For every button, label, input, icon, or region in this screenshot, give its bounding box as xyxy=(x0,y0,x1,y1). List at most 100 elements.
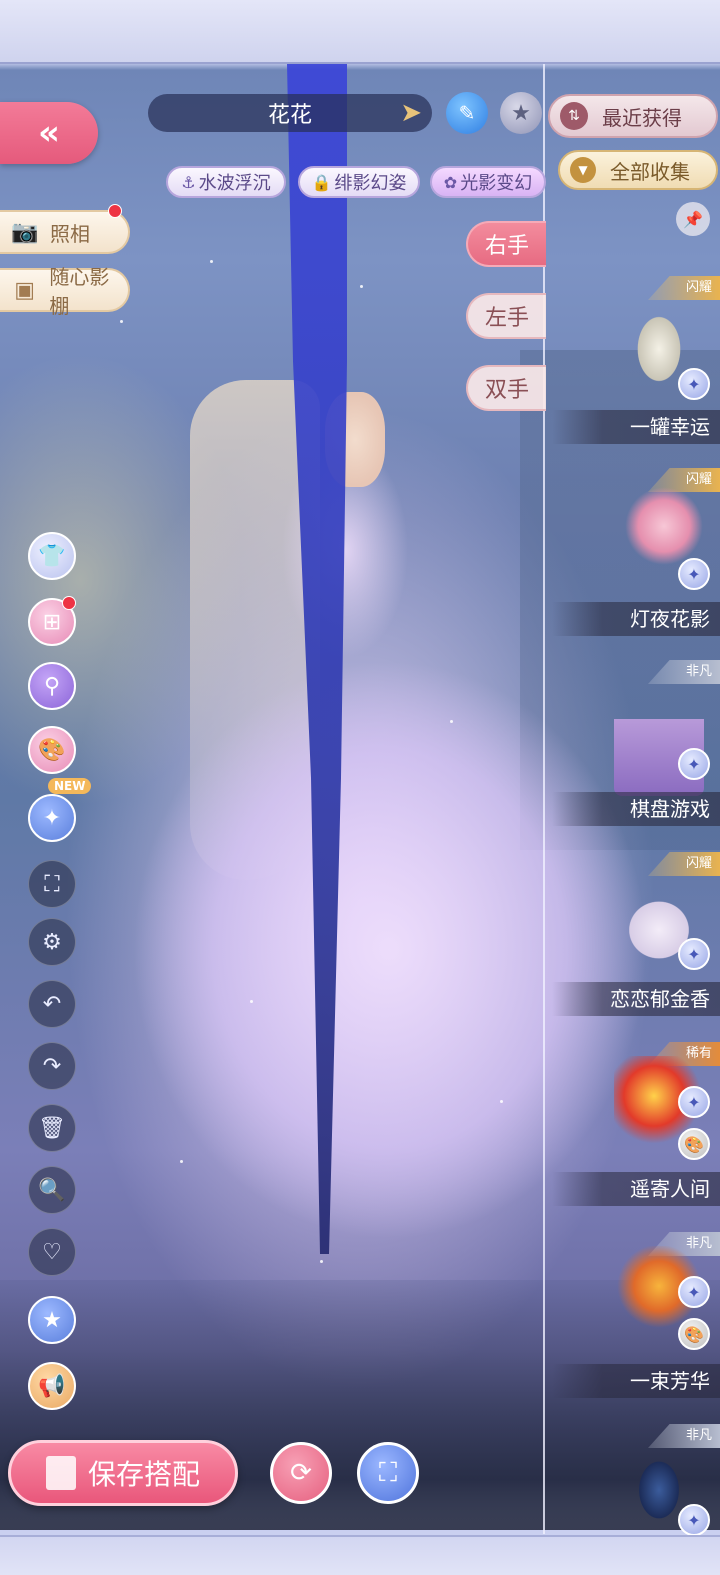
notification-dot xyxy=(108,204,122,218)
pin-button[interactable]: 📌 xyxy=(676,202,710,236)
item-name: 一罐幸运 xyxy=(552,410,720,444)
list-item[interactable]: 闪耀 ✦ 一罐幸运 xyxy=(552,276,720,446)
filter-label: 全部收集 xyxy=(610,159,690,184)
sort-button[interactable]: ⇅ 最近获得 xyxy=(548,94,718,138)
effect-pill-shadow[interactable]: 🔒 绯影幻姿 xyxy=(298,166,420,198)
filter-button[interactable]: ▼ 全部收集 xyxy=(558,150,718,190)
rotate-button[interactable]: ⟳ xyxy=(270,1442,332,1504)
star-icon: ✦ xyxy=(678,748,710,780)
back-button[interactable]: « xyxy=(0,102,98,164)
sparkle-star-icon: ✦ xyxy=(42,805,62,831)
hand-both-button[interactable]: 双手 xyxy=(466,365,546,411)
star-icon: ✦ xyxy=(678,938,710,970)
palette-icon: 🎨 xyxy=(38,737,66,763)
outfit-name: 花花 xyxy=(267,103,312,128)
triangle-down-icon: ▼ xyxy=(570,157,596,183)
zoom-button[interactable]: 🔍 xyxy=(28,1166,76,1214)
star-icon: ✦ xyxy=(678,368,710,400)
rotate-icon: ⟳ xyxy=(290,1458,312,1488)
undo-icon: ↶ xyxy=(42,991,62,1017)
fullscreen-icon: ⛶ xyxy=(44,871,60,897)
search-icon: ⚲ xyxy=(43,673,61,699)
megaphone-icon: 📢 xyxy=(38,1373,66,1399)
item-name: 恋恋郁金香 xyxy=(552,982,720,1016)
panel-divider xyxy=(543,64,545,1534)
hand-left-button[interactable]: 左手 xyxy=(466,293,546,339)
sort-label: 最近获得 xyxy=(602,105,682,130)
studio-label: 随心影棚 xyxy=(49,265,110,318)
lock-icon: 🔒 xyxy=(311,172,332,192)
star-icon: ✦ xyxy=(678,558,710,590)
effect-label: 绯影幻姿 xyxy=(334,173,407,194)
effect-label: 水波浮沉 xyxy=(198,173,271,194)
list-item[interactable]: 非凡 ✦ 🎨 一束芳华 xyxy=(552,1232,720,1402)
fullscreen-button[interactable]: ⛶ xyxy=(28,860,76,908)
like-button[interactable]: ♡ xyxy=(28,1228,76,1276)
list-item[interactable]: 闪耀 ✦ 恋恋郁金香 xyxy=(552,852,720,1022)
announce-button[interactable]: 📢 xyxy=(28,1362,76,1410)
camera-icon: 📷 xyxy=(11,219,39,245)
delete-button[interactable]: 🗑 xyxy=(28,1104,76,1152)
sparkle xyxy=(320,1260,323,1263)
sparkle xyxy=(360,285,363,288)
photo-label: 照相 xyxy=(50,221,90,246)
collection-star-button[interactable]: ★ xyxy=(28,1296,76,1344)
star-effect-button[interactable]: ✦ xyxy=(28,794,76,842)
outfit-name-bar[interactable]: 花花 ➤ xyxy=(148,94,432,132)
studio-button[interactable]: ▣ 随心影棚 xyxy=(0,265,130,318)
rarity-badge: 非凡 xyxy=(648,660,720,684)
hand-label: 双手 xyxy=(484,378,529,403)
sparkle xyxy=(120,320,123,323)
box-icon: ▣ xyxy=(14,277,36,303)
save-label: 保存搭配 xyxy=(87,1458,200,1491)
sparkle xyxy=(250,1000,253,1003)
sparkle xyxy=(180,1160,183,1163)
search-filter-button[interactable]: ⚲ xyxy=(28,662,76,710)
item-name: 遥寄人间 xyxy=(552,1172,720,1206)
shirt-frame-icon: ⛶ xyxy=(378,1457,398,1488)
effect-pill-water[interactable]: ⚓ 水波浮沉 xyxy=(166,166,286,198)
effect-pill-light[interactable]: ✿ 光影变幻 xyxy=(430,166,546,198)
sparkle xyxy=(450,720,453,723)
hand-right-button[interactable]: 右手 xyxy=(466,221,546,267)
outfit-focus-button[interactable]: ⛶ xyxy=(357,1442,419,1504)
game-scene: « 花花 ➤ ✎ ★ ⚓ 水波浮沉 🔒 绯影幻姿 ✿ 光影变幻 右手 左手 双手… xyxy=(0,0,720,1575)
sparkle xyxy=(210,260,213,263)
list-item[interactable]: 非凡 ✦ 棋盘游戏 xyxy=(552,660,720,830)
bottom-border xyxy=(0,1535,720,1575)
heart-icon: ♡ xyxy=(42,1239,62,1265)
double-chevron-left-icon: « xyxy=(38,113,60,153)
pen-icon: ✎ xyxy=(458,101,476,125)
redo-icon: ↷ xyxy=(42,1053,62,1079)
shirt-icon: 👕 xyxy=(38,543,66,569)
palette-icon: 🎨 xyxy=(678,1318,710,1350)
star-icon: ✦ xyxy=(678,1086,710,1118)
list-item[interactable]: 非凡 ✦ xyxy=(552,1424,720,1536)
sparkle xyxy=(500,1100,503,1103)
list-item[interactable]: 闪耀 ✦ 灯夜花影 xyxy=(552,468,720,638)
anchor-icon: ⚓ xyxy=(181,172,196,192)
save-card-icon xyxy=(45,1456,76,1490)
trash-icon: 🗑 xyxy=(38,1115,66,1141)
item-name: 一束芳华 xyxy=(552,1364,720,1398)
save-outfit-button[interactable]: 保存搭配 xyxy=(8,1440,238,1506)
undo-button[interactable]: ↶ xyxy=(28,980,76,1028)
wardrobe-button[interactable]: 👕 xyxy=(28,532,76,580)
chevron-right-icon: ➤ xyxy=(400,98,422,128)
favorite-star-button[interactable]: ★ xyxy=(500,92,542,134)
star-icon: ★ xyxy=(511,100,531,126)
edit-pen-button[interactable]: ✎ xyxy=(446,92,488,134)
hand-label: 左手 xyxy=(484,306,529,331)
sort-arrows-icon: ⇅ xyxy=(560,102,588,130)
top-border xyxy=(0,0,720,64)
star-badge-icon: ★ xyxy=(42,1307,62,1333)
redo-button[interactable]: ↷ xyxy=(28,1042,76,1090)
star-icon: ✦ xyxy=(678,1276,710,1308)
flower-icon: ✿ xyxy=(443,172,458,192)
item-name: 灯夜花影 xyxy=(552,602,720,636)
dye-button[interactable]: 🎨 xyxy=(28,726,76,774)
effect-label: 光影变幻 xyxy=(460,173,533,194)
settings-button[interactable]: ⚙ xyxy=(28,918,76,966)
list-item[interactable]: 稀有 ✦ 🎨 遥寄人间 xyxy=(552,1042,720,1212)
add-layer-icon: ⊞ xyxy=(42,609,62,635)
